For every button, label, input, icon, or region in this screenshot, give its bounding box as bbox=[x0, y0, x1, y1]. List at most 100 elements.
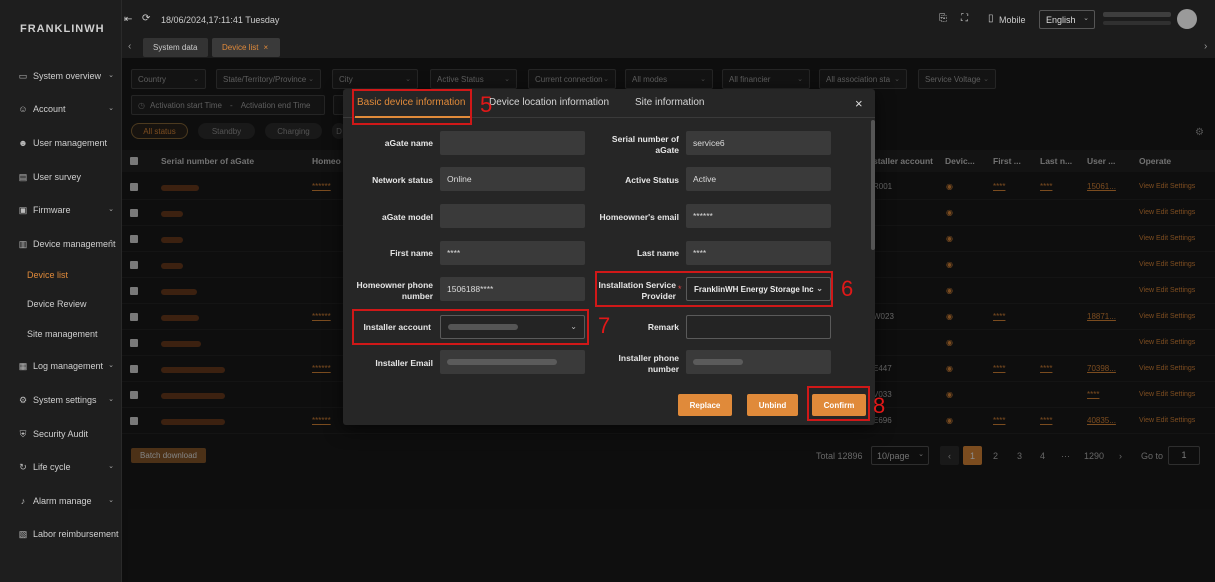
label-agate-model: aGate model bbox=[381, 212, 433, 222]
user-plus-icon: ☺ bbox=[18, 103, 28, 114]
label-installer-email: Installer Email bbox=[375, 358, 433, 368]
document-icon: ▥ bbox=[18, 238, 28, 249]
export-icon[interactable]: ⎘ bbox=[939, 13, 947, 24]
sidebar-item-label: User management bbox=[33, 138, 108, 148]
homeowner-phone-field[interactable]: 1506188**** bbox=[440, 277, 585, 301]
sidebar-item-label: Site management bbox=[27, 329, 98, 339]
sidebar-item-label: Security Audit bbox=[33, 429, 89, 439]
annotation-box-6 bbox=[595, 271, 833, 307]
sidebar-item-device-review[interactable]: Device Review bbox=[0, 293, 122, 315]
annotation-number-7: 7 bbox=[598, 313, 611, 338]
chevron-icon: ⌄ bbox=[108, 396, 114, 403]
active-status-field[interactable]: Active bbox=[686, 167, 831, 191]
sidebar-item-log-management[interactable]: ▦ Log management ⌄ bbox=[0, 355, 122, 377]
log-icon: ▦ bbox=[18, 360, 28, 371]
chevron-icon: ⌃ bbox=[108, 240, 114, 247]
sidebar-item-system-settings[interactable]: ⚙ System settings ⌄ bbox=[0, 389, 122, 411]
gear-icon: ⚙ bbox=[18, 394, 28, 405]
tabs-bar bbox=[122, 36, 1215, 58]
refresh-icon[interactable]: ⟳ bbox=[142, 13, 150, 24]
wallet-icon: ▧ bbox=[18, 528, 28, 539]
tab-site-information[interactable]: Site information bbox=[635, 97, 704, 108]
annotation-box-8 bbox=[807, 386, 870, 421]
datetime: 18/06/2024,17:11:41 Tuesday bbox=[161, 15, 280, 25]
collapse-sidebar-icon[interactable]: ⇤ bbox=[124, 14, 132, 25]
sidebar-item-label: Log management bbox=[33, 361, 104, 371]
sidebar-item-label: System overview bbox=[33, 71, 102, 81]
annotation-box-7 bbox=[352, 309, 589, 345]
sidebar-item-alarm-manage[interactable]: ♪ Alarm manage ⌄ bbox=[0, 490, 122, 512]
close-icon[interactable]: × bbox=[263, 43, 268, 52]
first-name-field[interactable]: **** bbox=[440, 241, 585, 265]
annotation-number-6: 6 bbox=[841, 276, 854, 301]
bell-icon: ♪ bbox=[20, 495, 26, 506]
tab-scroll-right-icon[interactable]: › bbox=[1204, 41, 1207, 52]
username-blurred bbox=[1103, 12, 1171, 17]
sidebar-item-user-survey[interactable]: ▤ User survey bbox=[0, 166, 122, 188]
user-role-blurred bbox=[1103, 21, 1171, 25]
tab-device-list[interactable]: Device list × bbox=[212, 38, 280, 57]
sidebar-item-system-overview[interactable]: ▭ System overview ⌄ bbox=[0, 65, 122, 87]
chevron-icon: ⌄ bbox=[108, 105, 114, 112]
sidebar-item-device-management[interactable]: ▥ Device management ⌃ bbox=[0, 233, 122, 255]
button-label: Unbind bbox=[758, 400, 787, 410]
language-select[interactable]: English ⌄ bbox=[1039, 10, 1095, 29]
annotation-number-8: 8 bbox=[873, 393, 886, 418]
sidebar-item-site-management[interactable]: Site management bbox=[0, 323, 122, 345]
language-value: English bbox=[1046, 15, 1076, 25]
fullscreen-icon[interactable]: ⛶ bbox=[961, 13, 968, 24]
sidebar-item-label: Device Review bbox=[27, 299, 87, 309]
users-icon: ☻ bbox=[18, 137, 28, 148]
sidebar-item-user-management[interactable]: ☻ User management bbox=[0, 132, 122, 154]
shield-icon: ⛨ bbox=[19, 428, 27, 439]
sidebar-item-label: System settings bbox=[33, 395, 97, 405]
label-serial-number: Serial number of aGate bbox=[611, 134, 679, 155]
mobile-label[interactable]: Mobile bbox=[999, 15, 1026, 25]
avatar[interactable] bbox=[1177, 9, 1197, 29]
annotation-number-5: 5 bbox=[480, 92, 493, 117]
sidebar-item-labor-reimbursement[interactable]: ▧ Labor reimbursement bbox=[0, 523, 122, 545]
sidebar-item-security-audit[interactable]: ⛨ Security Audit bbox=[0, 423, 122, 445]
mobile-icon[interactable]: ▯ bbox=[988, 13, 994, 24]
unbind-button[interactable]: Unbind bbox=[747, 394, 798, 416]
serial-number-field[interactable]: service6 bbox=[686, 131, 831, 155]
sidebar-item-label: User survey bbox=[33, 172, 82, 182]
installer-email-field[interactable] bbox=[440, 350, 585, 374]
chevron-icon: ⌄ bbox=[108, 463, 114, 470]
tab-system-data[interactable]: System data bbox=[143, 38, 208, 57]
tab-device-location-information[interactable]: Device location information bbox=[489, 97, 609, 108]
agate-name-field[interactable] bbox=[440, 131, 585, 155]
close-icon[interactable]: × bbox=[855, 96, 863, 111]
chip-icon: ▣ bbox=[18, 204, 28, 215]
sidebar-item-account[interactable]: ☺ Account ⌄ bbox=[0, 98, 122, 120]
last-name-field[interactable]: **** bbox=[686, 241, 831, 265]
agate-model-field[interactable] bbox=[440, 204, 585, 228]
label-first-name: First name bbox=[390, 248, 433, 258]
sidebar-item-life-cycle[interactable]: ↻ Life cycle ⌄ bbox=[0, 456, 122, 478]
label-last-name: Last name bbox=[636, 248, 679, 258]
sidebar-item-label: Life cycle bbox=[33, 462, 71, 472]
sidebar-item-label: Device list bbox=[27, 270, 69, 280]
chevron-icon: ⌄ bbox=[108, 72, 114, 79]
replace-button[interactable]: Replace bbox=[678, 394, 732, 416]
sidebar-item-label: Account bbox=[33, 104, 66, 114]
cycle-icon: ↻ bbox=[19, 461, 27, 472]
sidebar-item-label: Firmware bbox=[33, 205, 71, 215]
network-status-field[interactable]: Online bbox=[440, 167, 585, 191]
remark-field[interactable] bbox=[686, 315, 831, 339]
chevron-icon: ⌄ bbox=[108, 206, 114, 213]
tab-scroll-left-icon[interactable]: ‹ bbox=[128, 41, 131, 52]
chevron-icon: ⌄ bbox=[108, 497, 114, 504]
label-agate-name: aGate name bbox=[384, 138, 433, 148]
installer-phone-blurred bbox=[693, 359, 743, 365]
sidebar-item-label: Labor reimbursement bbox=[33, 529, 119, 539]
label-homeowner-email: Homeowner's email bbox=[599, 212, 680, 222]
sidebar-item-device-list[interactable]: Device list bbox=[0, 264, 122, 286]
chart-icon: ▤ bbox=[18, 171, 28, 182]
homeowner-email-field[interactable]: ****** bbox=[686, 204, 831, 228]
installer-phone-field[interactable] bbox=[686, 350, 831, 374]
sidebar-item-firmware[interactable]: ▣ Firmware ⌄ bbox=[0, 199, 122, 221]
annotation-box-5 bbox=[352, 89, 472, 125]
monitor-icon: ▭ bbox=[18, 70, 28, 81]
modal-scrollbar[interactable] bbox=[871, 120, 875, 250]
